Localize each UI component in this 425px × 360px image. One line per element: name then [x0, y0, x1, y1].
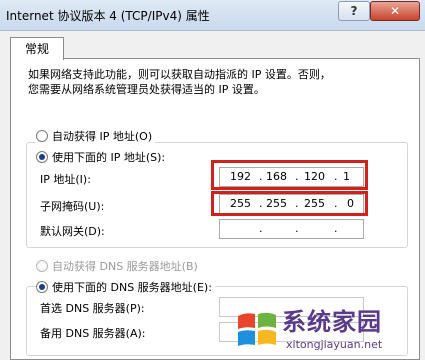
manual-ip-label: 使用下面的 IP 地址(S): [52, 151, 166, 164]
gateway-field[interactable]: . . . [219, 219, 364, 239]
gw-dot-1: . [259, 222, 263, 235]
radio-selected-icon [36, 281, 48, 293]
close-button[interactable]: ✕ [370, 1, 420, 21]
alternate-dns-label: 备用 DNS 服务器(A): [40, 327, 146, 340]
gw-dot-2: . [295, 222, 299, 235]
gateway-label: 默认网关(D): [40, 225, 105, 238]
manual-dns-radio[interactable]: 使用下面的 DNS 服务器地址(E): [36, 279, 215, 295]
description-line-1: 如果网络支持此功能，则可以获取自动指派的 IP 设置。否则， [28, 68, 331, 81]
radio-circle-icon [36, 130, 48, 142]
radio-selected-icon [36, 151, 48, 163]
watermark-domain: xitongjiayuan.net [286, 338, 383, 351]
ip-address-label: IP 地址(I): [40, 173, 91, 186]
radio-circle-icon [36, 260, 48, 272]
auto-ip-label: 自动获得 IP 地址(O) [52, 130, 153, 143]
windows-logo-icon [238, 312, 276, 346]
description-line-2: 您需要从网络系统管理员处获得适当的 IP 设置。 [28, 83, 265, 96]
description-text: 如果网络支持此功能，则可以获取自动指派的 IP 设置。否则， 您需要从网络系统管… [28, 67, 388, 97]
tab-general[interactable]: 常规 [10, 37, 64, 60]
auto-dns-radio[interactable]: 自动获得 DNS 服务器地址(B) [36, 258, 201, 274]
title-bar: Internet 协议版本 4 (TCP/IPv4) 属性 ? ✕ [0, 0, 425, 31]
ip-highlight-box [211, 160, 368, 190]
watermark-name: 系统家园 [282, 308, 382, 336]
manual-ip-radio[interactable]: 使用下面的 IP 地址(S): [36, 149, 169, 165]
site-watermark: 系统家园 xitongjiayuan.net [232, 302, 425, 356]
preferred-dns-label: 首选 DNS 服务器(P): [40, 302, 145, 315]
help-button[interactable]: ? [338, 1, 370, 21]
window-title: Internet 协议版本 4 (TCP/IPv4) 属性 [6, 9, 210, 23]
subnet-mask-label: 子网掩码(U): [40, 200, 105, 213]
mask-highlight-box [211, 191, 368, 216]
auto-dns-label: 自动获得 DNS 服务器地址(B) [52, 260, 198, 273]
gw-dot-3: . [334, 222, 338, 235]
manual-dns-label: 使用下面的 DNS 服务器地址(E): [52, 281, 212, 294]
auto-ip-radio[interactable]: 自动获得 IP 地址(O) [36, 128, 156, 144]
